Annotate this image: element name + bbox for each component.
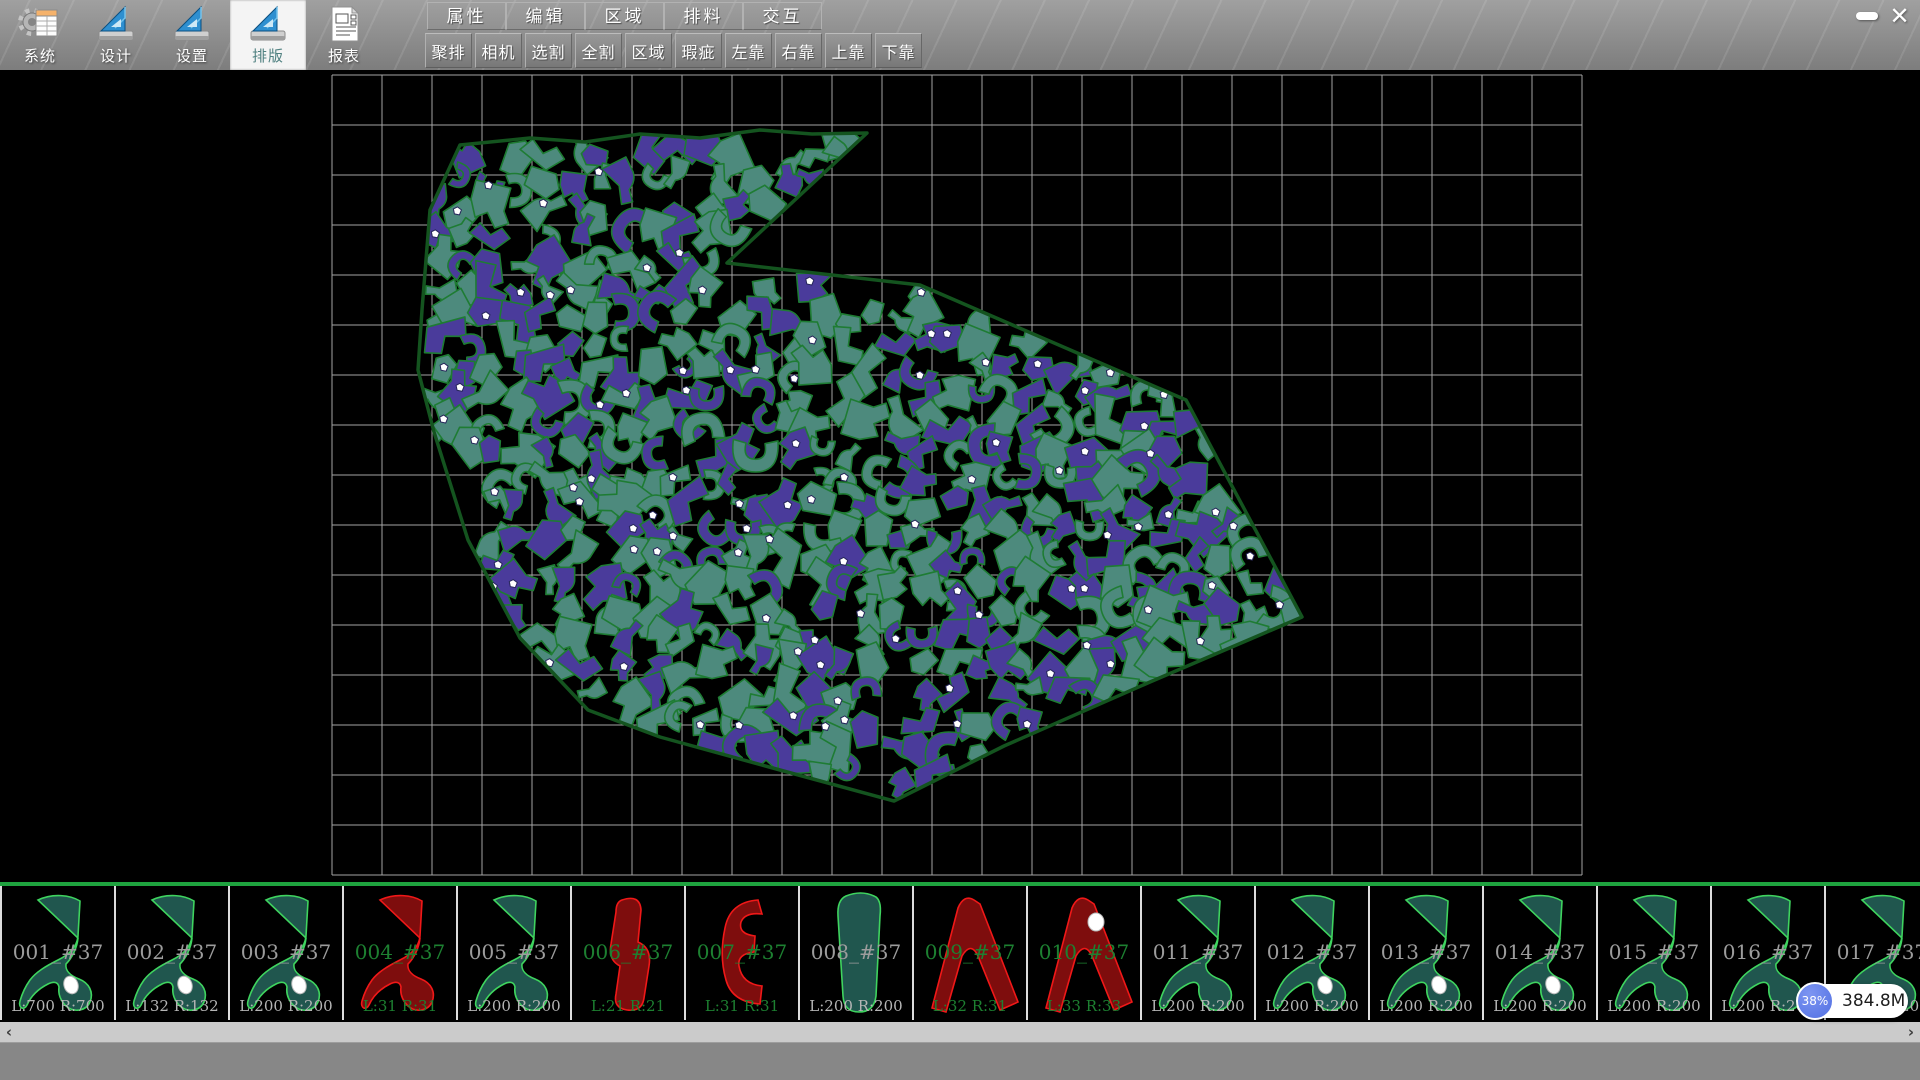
nested-piece xyxy=(1075,520,1104,541)
window-controls: ✕ xyxy=(1850,2,1916,30)
piece-thumbnail xyxy=(116,886,228,1020)
nesting-canvas[interactable] xyxy=(0,70,1920,882)
piece-cell-015_#37[interactable]: 015_#37L:200 R:200 xyxy=(1598,886,1712,1020)
nested-piece xyxy=(639,347,668,385)
nested-piece xyxy=(850,710,880,749)
nested-piece xyxy=(859,297,887,328)
piece-cell-005_#37[interactable]: 005_#37L:200 R:200 xyxy=(458,886,572,1020)
memory-percent-indicator: 38% xyxy=(1796,982,1834,1020)
nested-piece xyxy=(905,646,940,679)
main-button-label: 报表 xyxy=(328,45,360,66)
piece-thumbnail xyxy=(686,886,798,1020)
status-bar xyxy=(0,1042,1920,1080)
nested-piece xyxy=(640,436,669,473)
piece-thumbnail xyxy=(1028,886,1140,1020)
menu-button-区域[interactable]: 区域 xyxy=(585,2,664,30)
menu-row: 属性编辑区域排料交互 xyxy=(427,2,822,30)
piece-cell-001_#37[interactable]: 001_#37L:700 R:700 xyxy=(2,886,116,1020)
horizontal-scrollbar[interactable]: ‹ › xyxy=(0,1022,1920,1042)
tool-button-瑕疵[interactable]: 瑕疵 xyxy=(675,33,722,68)
nested-piece xyxy=(663,155,690,191)
minimize-button[interactable] xyxy=(1850,2,1883,30)
set-square-icon xyxy=(246,4,290,44)
piece-cell-004_#37[interactable]: 004_#37L:31 R:31 xyxy=(344,886,458,1020)
main-button-系统[interactable]: 系统 xyxy=(2,0,78,70)
pieces-strip: 001_#37L:700 R:700002_#37L:132 R:132003_… xyxy=(0,882,1920,1022)
piece-thumbnail xyxy=(344,886,456,1020)
nested-piece xyxy=(963,740,995,773)
set-square-icon xyxy=(170,4,214,44)
tool-row: 聚排相机选割全割区域瑕疵左靠右靠上靠下靠 xyxy=(425,33,925,68)
minimize-icon xyxy=(1856,12,1878,20)
piece-thumbnail xyxy=(458,886,570,1020)
piece-cell-007_#37[interactable]: 007_#37L:31 R:31 xyxy=(686,886,800,1020)
pieces-list: 001_#37L:700 R:700002_#37L:132 R:132003_… xyxy=(0,886,1920,1020)
main-button-设置[interactable]: 设置 xyxy=(154,0,230,70)
tool-button-下靠[interactable]: 下靠 xyxy=(875,33,922,68)
nested-piece xyxy=(960,547,985,565)
piece-thumbnail xyxy=(1256,886,1368,1020)
menu-button-属性[interactable]: 属性 xyxy=(427,2,506,30)
close-button[interactable]: ✕ xyxy=(1883,2,1916,30)
piece-cell-010_#37[interactable]: 010_#37L:33 R:33 xyxy=(1028,886,1142,1020)
toolbar: 系统设计设置排版报表 属性编辑区域排料交互 聚排相机选割全割区域瑕疵左靠右靠上靠… xyxy=(0,0,1920,70)
piece-thumbnail xyxy=(1370,886,1482,1020)
main-button-排版[interactable]: 排版 xyxy=(230,0,306,70)
menu-button-排料[interactable]: 排料 xyxy=(664,2,743,30)
gear-table-icon xyxy=(18,4,62,44)
piece-cell-002_#37[interactable]: 002_#37L:132 R:132 xyxy=(116,886,230,1020)
main-button-label: 设计 xyxy=(100,45,132,66)
main-button-报表[interactable]: 报表 xyxy=(306,0,382,70)
nesting-svg xyxy=(0,70,1920,882)
main-button-label: 系统 xyxy=(24,45,56,66)
piece-thumbnail xyxy=(914,886,1026,1020)
nested-piece xyxy=(725,566,755,600)
piece-thumbnail xyxy=(1484,886,1596,1020)
nested-piece xyxy=(1169,401,1219,442)
scroll-right-arrow[interactable]: › xyxy=(1902,1022,1920,1042)
main-button-label: 设置 xyxy=(176,45,208,66)
piece-cell-009_#37[interactable]: 009_#37L:32 R:31 xyxy=(914,886,1028,1020)
main-icon-buttons: 系统 设计 设置 排版 报表 xyxy=(2,0,382,70)
report-icon xyxy=(322,4,366,44)
set-square-icon xyxy=(94,4,138,44)
piece-cell-012_#37[interactable]: 012_#37L:200 R:200 xyxy=(1256,886,1370,1020)
nested-pieces xyxy=(412,105,1319,801)
memory-badge: 38% 384.8M xyxy=(1800,984,1908,1018)
piece-cell-006_#37[interactable]: 006_#37L:21 R:21 xyxy=(572,886,686,1020)
piece-cell-008_#37[interactable]: 008_#37L:200 R:200 xyxy=(800,886,914,1020)
tool-button-右靠[interactable]: 右靠 xyxy=(775,33,822,68)
piece-thumbnail xyxy=(800,886,912,1020)
menu-button-交互[interactable]: 交互 xyxy=(743,2,822,30)
menu-button-编辑[interactable]: 编辑 xyxy=(506,2,585,30)
main-button-设计[interactable]: 设计 xyxy=(78,0,154,70)
nested-piece xyxy=(610,326,628,352)
tool-button-左靠[interactable]: 左靠 xyxy=(725,33,772,68)
piece-thumbnail xyxy=(1598,886,1710,1020)
piece-thumbnail xyxy=(572,886,684,1020)
piece-cell-011_#37[interactable]: 011_#37L:200 R:200 xyxy=(1142,886,1256,1020)
tool-button-全割[interactable]: 全割 xyxy=(575,33,622,68)
tool-button-上靠[interactable]: 上靠 xyxy=(825,33,872,68)
piece-thumbnail xyxy=(2,886,114,1020)
memory-usage-label: 384.8M xyxy=(1842,991,1905,1011)
nested-piece xyxy=(906,626,938,649)
piece-cell-003_#37[interactable]: 003_#37L:200 R:200 xyxy=(230,886,344,1020)
close-icon: ✕ xyxy=(1889,2,1909,30)
tool-button-相机[interactable]: 相机 xyxy=(475,33,522,68)
piece-thumbnail xyxy=(230,886,342,1020)
piece-cell-014_#37[interactable]: 014_#37L:200 R:200 xyxy=(1484,886,1598,1020)
main-button-label: 排版 xyxy=(252,45,284,66)
scroll-left-arrow[interactable]: ‹ xyxy=(0,1022,18,1042)
piece-thumbnail xyxy=(1142,886,1254,1020)
piece-cell-013_#37[interactable]: 013_#37L:200 R:200 xyxy=(1370,886,1484,1020)
tool-button-选割[interactable]: 选割 xyxy=(525,33,572,68)
tool-button-区域[interactable]: 区域 xyxy=(625,33,672,68)
nested-piece xyxy=(1236,567,1265,600)
tool-button-聚排[interactable]: 聚排 xyxy=(425,33,472,68)
